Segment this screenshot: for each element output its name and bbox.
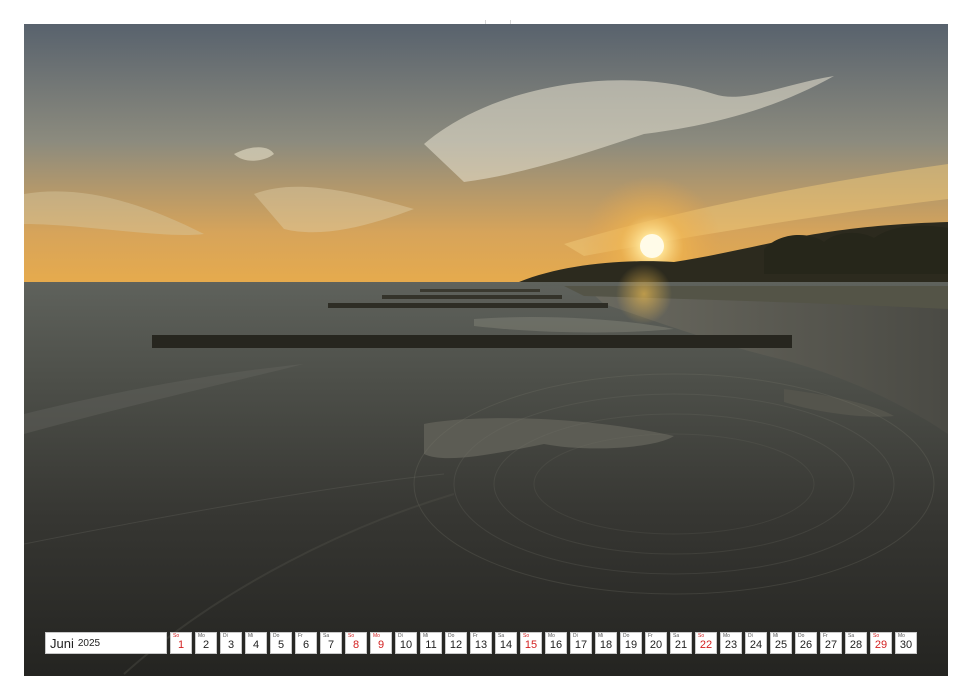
calendar-day: Do 5 <box>270 632 292 654</box>
calendar-day: Di 10 <box>395 632 417 654</box>
calendar-day: Fr 13 <box>470 632 492 654</box>
day-number: 8 <box>352 639 360 651</box>
calendar-day: So 8 <box>345 632 367 654</box>
calendar-day: Fr 20 <box>645 632 667 654</box>
day-number: 10 <box>399 639 413 651</box>
day-number: 5 <box>277 639 285 651</box>
calendar-day: Mo 30 <box>895 632 917 654</box>
day-number: 2 <box>202 639 210 651</box>
day-number: 25 <box>774 639 788 651</box>
calendar-day: Do 19 <box>620 632 642 654</box>
day-number: 11 <box>425 639 437 651</box>
calendar-day: Mi 4 <box>245 632 267 654</box>
day-number: 28 <box>849 639 863 651</box>
day-number: 30 <box>899 639 913 651</box>
calendar-day: Mo 2 <box>195 632 217 654</box>
day-number: 15 <box>524 639 538 651</box>
calendar-day: Fr 27 <box>820 632 842 654</box>
month-name: Juni <box>50 635 74 651</box>
calendar-day: Sa 7 <box>320 632 342 654</box>
calendar-year: 2025 <box>77 637 101 649</box>
calendar-day: Sa 21 <box>670 632 692 654</box>
calendar-day: Mo 23 <box>720 632 742 654</box>
calendar-day: Mi 25 <box>770 632 792 654</box>
day-number: 3 <box>227 639 235 651</box>
calendar-day: Di 24 <box>745 632 767 654</box>
calendar-day: Do 26 <box>795 632 817 654</box>
day-number: 21 <box>674 639 688 651</box>
day-number: 23 <box>724 639 738 651</box>
day-number: 16 <box>549 639 563 651</box>
calendar-day: Mi 11 <box>420 632 442 654</box>
calendar-day: Sa 14 <box>495 632 517 654</box>
day-number: 9 <box>377 639 385 651</box>
calendar-day: So 1 <box>170 632 192 654</box>
calendar-day: Mo 16 <box>545 632 567 654</box>
day-number: 26 <box>799 639 813 651</box>
day-number: 18 <box>599 639 613 651</box>
sunset-beach-photo <box>24 24 948 676</box>
day-number: 19 <box>624 639 638 651</box>
calendar-day: Fr 6 <box>295 632 317 654</box>
calendar-strip: Juni 2025 So 1 Mo 2 Di 3 Mi 4 Do 5 Fr 6 Sa 7 So 8 Mo 9 Di 1… <box>45 632 917 654</box>
calendar-day: So 15 <box>520 632 542 654</box>
calendar-day: So 29 <box>870 632 892 654</box>
month-label: Juni 2025 <box>45 632 167 654</box>
day-number: 7 <box>327 639 335 651</box>
landscape-image <box>24 24 948 676</box>
day-number: 27 <box>824 639 838 651</box>
day-number: 13 <box>474 639 488 651</box>
calendar-day: Di 17 <box>570 632 592 654</box>
calendar-day: Mi 18 <box>595 632 617 654</box>
day-number: 4 <box>252 639 260 651</box>
day-number: 1 <box>177 639 185 651</box>
calendar-day: So 22 <box>695 632 717 654</box>
day-number: 24 <box>749 639 763 651</box>
calendar-day: Mo 9 <box>370 632 392 654</box>
calendar-day: Di 3 <box>220 632 242 654</box>
day-number: 14 <box>499 639 513 651</box>
calendar-day: Sa 28 <box>845 632 867 654</box>
day-number: 29 <box>874 639 888 651</box>
day-number: 12 <box>449 639 463 651</box>
day-number: 22 <box>699 639 713 651</box>
day-number: 20 <box>649 639 663 651</box>
calendar-day: Do 12 <box>445 632 467 654</box>
day-number: 6 <box>302 639 310 651</box>
day-number: 17 <box>574 639 588 651</box>
